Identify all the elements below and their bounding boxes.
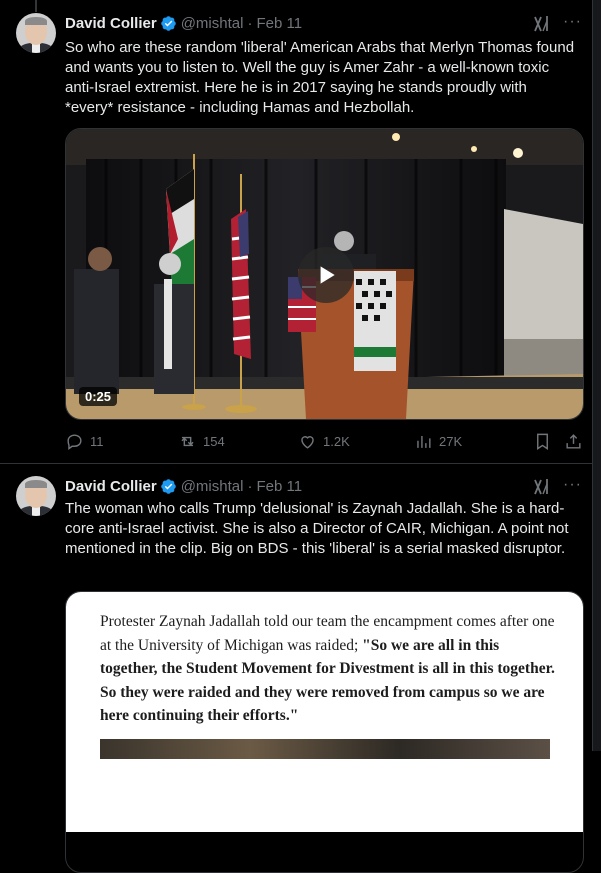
avatar[interactable] — [16, 476, 56, 516]
article-paragraph: Protester Zaynah Jadallah told our team … — [100, 610, 560, 728]
author-handle[interactable]: @mishtal — [181, 15, 244, 32]
reply-button[interactable]: 11 — [65, 432, 104, 451]
share-icon[interactable] — [564, 432, 583, 451]
like-count: 1.2K — [323, 434, 350, 449]
video-duration: 0:25 — [79, 387, 118, 406]
thread-connector-line — [35, 0, 37, 12]
tweet-image[interactable]: Protester Zaynah Jadallah told our team … — [65, 591, 584, 873]
article-screenshot: Protester Zaynah Jadallah told our team … — [66, 592, 583, 832]
like-button[interactable]: 1.2K — [298, 432, 350, 451]
repost-icon — [181, 436, 194, 447]
separator-dot: · — [247, 14, 253, 32]
more-icon[interactable]: ··· — [563, 13, 582, 31]
author-handle[interactable]: @mishtal — [181, 478, 244, 495]
reply-count: 11 — [90, 434, 104, 449]
tweet-divider — [0, 463, 592, 464]
author-name[interactable]: David Collier — [65, 15, 157, 32]
avatar[interactable] — [16, 13, 56, 53]
reply-icon — [67, 434, 82, 451]
scrollbar[interactable] — [592, 0, 601, 751]
grok-icon[interactable] — [532, 14, 552, 34]
tweet-text: So who are these random 'liberal' Americ… — [65, 39, 575, 116]
like-icon — [301, 436, 314, 449]
play-button[interactable] — [298, 247, 354, 303]
views-icon — [417, 435, 431, 448]
views-button[interactable]: 27K — [414, 432, 462, 451]
tweet-actions: 11 154 1.2K 27K — [65, 432, 582, 452]
grok-icon[interactable] — [532, 477, 552, 497]
repost-button[interactable]: 154 — [178, 432, 225, 451]
bookmark-icon[interactable] — [533, 432, 552, 451]
play-icon — [320, 266, 335, 284]
image-photo-strip — [100, 739, 550, 759]
verified-badge-icon — [160, 478, 176, 494]
video-player[interactable]: 0:25 — [65, 128, 584, 420]
verified-badge-icon — [160, 15, 176, 31]
repost-count: 154 — [203, 434, 225, 449]
tweet-date[interactable]: Feb 11 — [256, 15, 302, 32]
separator-dot: · — [247, 477, 253, 495]
author-name[interactable]: David Collier — [65, 478, 157, 495]
tweet-date[interactable]: Feb 11 — [256, 478, 302, 495]
tweet-text: The woman who calls Trump 'delusional' i… — [65, 500, 569, 557]
more-icon[interactable]: ··· — [563, 476, 582, 494]
views-count: 27K — [439, 434, 463, 449]
